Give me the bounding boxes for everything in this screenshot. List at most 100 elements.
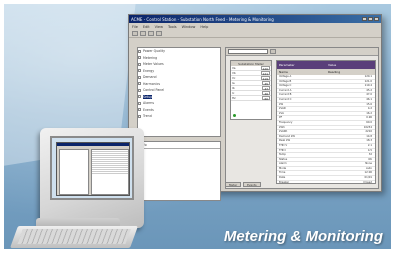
window-controls — [362, 17, 379, 21]
tree-item[interactable]: Trend — [138, 113, 220, 120]
application-window[interactable]: ACME - Control Station - Substation Nort… — [128, 14, 382, 201]
toolbar-save-button[interactable] — [148, 31, 154, 36]
table-cell-value: 12:00 — [364, 171, 372, 175]
mini-app-window — [56, 142, 130, 196]
table-cell-value: 0.96 — [366, 116, 372, 120]
title-bar[interactable]: ACME - Control Station - Substation Nort… — [129, 15, 381, 23]
menu-view[interactable]: View — [155, 25, 163, 29]
close-button[interactable] — [374, 17, 379, 21]
menu-edit[interactable]: Edit — [143, 25, 150, 29]
detail-pane: Substation Meter Va 120 Vb 121 Vc 119 Ia 45 … — [225, 47, 379, 189]
table-cell-name: kVARh — [279, 130, 288, 134]
expand-icon[interactable] — [138, 82, 141, 86]
status-indicator — [231, 101, 271, 122]
table-cell-name: Temp — [279, 153, 286, 157]
toolbar — [129, 30, 381, 38]
table-cell-name: Peak kW — [279, 139, 291, 143]
table-cell-name: Alarm — [279, 162, 287, 166]
table-cell-value: 18.3 — [366, 139, 372, 143]
table-cell-name: PF — [279, 116, 283, 120]
monitor-screen — [50, 136, 134, 200]
keyboard — [9, 226, 139, 248]
toolbar-new-button[interactable] — [132, 31, 138, 36]
crt-monitor — [40, 128, 144, 228]
table-cell-name: Current B — [279, 93, 292, 97]
mini-tree — [59, 149, 89, 195]
table-cell-value: 4.5 — [367, 148, 372, 152]
expand-icon[interactable] — [138, 69, 141, 73]
menu-file[interactable]: File — [132, 25, 138, 29]
maximize-button[interactable] — [368, 17, 373, 21]
table-cell-name: Mode — [279, 166, 287, 170]
expand-icon[interactable] — [138, 88, 141, 92]
navigation-tree: Power Quality Metering Meter Values Ener… — [137, 47, 221, 137]
info-pane-header: Info — [138, 142, 220, 149]
table-cell-name: kVA — [279, 111, 284, 115]
table-cell-name: THD V — [279, 143, 288, 147]
menu-tools[interactable]: Tools — [168, 25, 177, 29]
table-cell-value: 01/01 — [364, 176, 372, 180]
table-cell-value: 4.2 — [367, 107, 372, 111]
table-cell-value: Auto — [365, 166, 372, 170]
table-cell-name: Date — [279, 176, 286, 180]
window-title: ACME - Control Station - Substation Nort… — [131, 16, 274, 22]
expand-icon[interactable] — [138, 56, 141, 60]
toolbar-print-button[interactable] — [156, 31, 162, 36]
mini-title-bar — [57, 143, 129, 146]
status-tab-events[interactable]: Events — [243, 181, 261, 187]
table-cell-value: 15.6 — [366, 102, 372, 106]
minimize-button[interactable] — [362, 17, 367, 21]
table-cell-name: Status — [279, 157, 288, 161]
table-cell-name: Current C — [279, 97, 292, 101]
meter-panel: Substation Meter Va 120 Vb 121 Vc 119 Ia 45 … — [230, 60, 272, 120]
toolbar-open-button[interactable] — [140, 31, 146, 36]
status-tab-meter[interactable]: Meter — [225, 181, 242, 187]
menu-help[interactable]: Help — [200, 25, 208, 29]
table-cell-value: 119.4 — [364, 84, 372, 88]
table-cell-name: kWh — [279, 125, 285, 129]
table-cell-name: Frequency — [279, 120, 293, 124]
table-cell-name: kW — [279, 102, 284, 106]
table-cell-value: 16.2 — [366, 111, 372, 115]
menu-window[interactable]: Window — [182, 25, 196, 29]
table-cell-name: Voltage A — [279, 75, 292, 78]
expand-icon[interactable] — [138, 75, 141, 79]
status-tabs: Meter Events — [225, 181, 379, 187]
readings-table: Parameter Value Name Reading Voltage A 12… — [276, 60, 376, 184]
table-cell-name: kVAR — [279, 107, 286, 111]
address-input[interactable] — [228, 49, 268, 54]
table-header: Parameter Value — [277, 61, 375, 69]
table-body: Voltage A 120.1 Voltage B 121.0 Voltage C 119… — [277, 75, 375, 183]
expand-icon[interactable] — [138, 62, 141, 66]
expand-icon[interactable] — [138, 49, 141, 53]
table-cell-value: 2.1 — [367, 143, 372, 147]
table-cell-name: Demand kW — [279, 134, 295, 138]
expand-icon[interactable] — [138, 108, 141, 112]
go-button[interactable] — [270, 49, 276, 54]
table-cell-value: 2210 — [365, 130, 372, 134]
table-cell-value: 121.0 — [364, 79, 372, 83]
caption-title: Metering & Monitoring — [223, 228, 383, 245]
table-cell-value: None — [365, 162, 372, 166]
mini-table — [91, 149, 129, 195]
table-cell-value: 45.2 — [366, 88, 372, 92]
expand-icon[interactable] — [138, 114, 141, 118]
status-ok-icon — [233, 114, 236, 117]
table-cell-value: 47.0 — [366, 93, 372, 97]
table-cell-name: THD I — [279, 148, 287, 152]
table-cell-value: 60.0 — [366, 120, 372, 124]
table-cell-name: Voltage C — [279, 84, 292, 88]
table-cell-value: 32 — [368, 153, 372, 157]
expand-icon[interactable] — [138, 101, 141, 105]
table-cell-name: Voltage B — [279, 79, 292, 83]
table-cell-value: 14.8 — [366, 134, 372, 138]
menu-bar: File Edit View Tools Window Help — [129, 23, 381, 30]
info-pane: Info — [137, 141, 221, 201]
table-cell-value: 120.1 — [364, 75, 372, 78]
table-cell-name: Current A — [279, 88, 292, 92]
table-cell-value: 46.1 — [366, 97, 372, 101]
expand-icon[interactable] — [138, 95, 141, 99]
detail-toolbar — [226, 48, 378, 56]
table-cell-value: OK — [368, 157, 372, 161]
keyboard-keys — [17, 229, 131, 244]
